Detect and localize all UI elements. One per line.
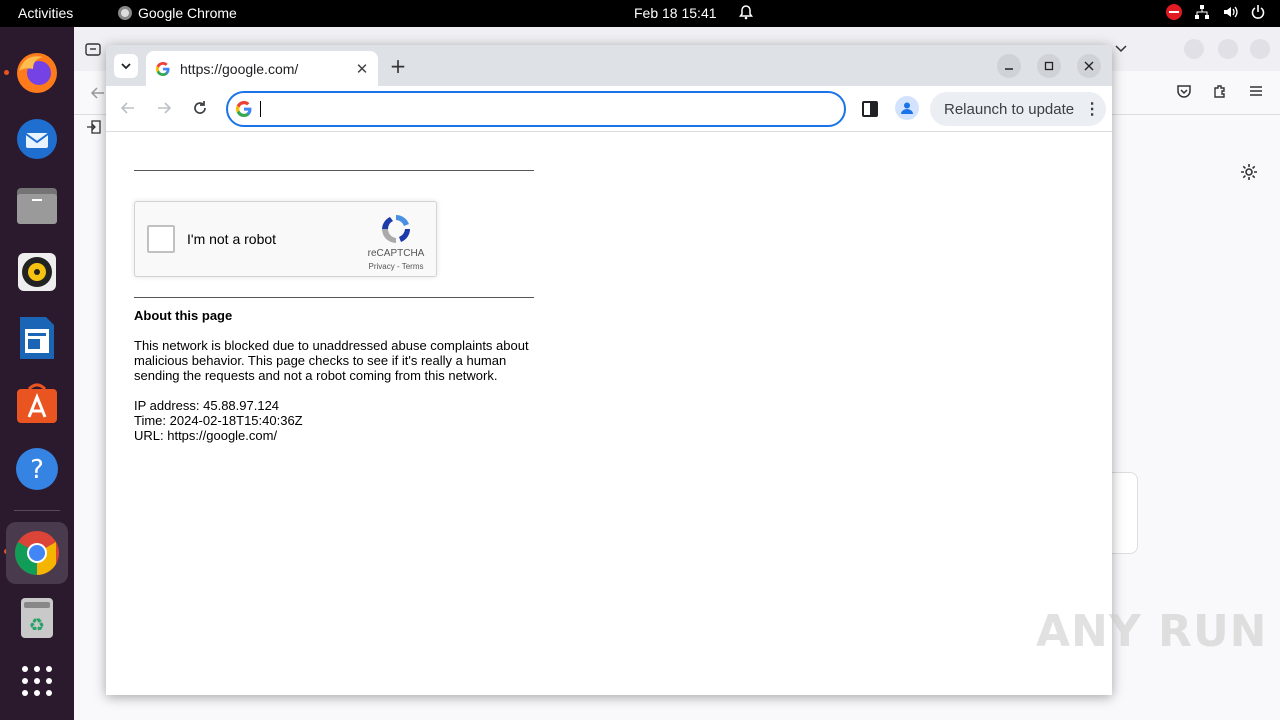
omnibox[interactable] bbox=[226, 91, 846, 127]
forward-button[interactable] bbox=[152, 96, 176, 120]
sign-in-icon[interactable] bbox=[86, 119, 102, 135]
bg-close-button[interactable] bbox=[1250, 39, 1270, 59]
anyrun-watermark: ANY RUN bbox=[1036, 606, 1268, 657]
chrome-icon[interactable] bbox=[6, 522, 68, 584]
power-icon bbox=[1251, 5, 1265, 19]
chrome-small-icon bbox=[118, 6, 132, 20]
help-icon[interactable]: ? bbox=[13, 445, 61, 493]
running-indicator bbox=[4, 70, 9, 75]
dock: ? ♻ bbox=[0, 27, 74, 720]
new-tab-button[interactable]: + bbox=[386, 54, 410, 78]
back-arrow-icon bbox=[120, 102, 134, 114]
stop-icon[interactable] bbox=[1166, 4, 1182, 20]
volume-icon bbox=[1224, 6, 1238, 18]
app-name: Google Chrome bbox=[138, 5, 237, 21]
person-icon bbox=[901, 102, 913, 114]
side-panel-icon[interactable] bbox=[858, 98, 882, 120]
activities-button[interactable]: Activities bbox=[18, 5, 73, 21]
files-icon[interactable] bbox=[13, 182, 61, 230]
hamburger-menu-icon[interactable] bbox=[1248, 83, 1264, 99]
minimize-icon bbox=[1005, 68, 1013, 70]
tab-google[interactable]: https://google.com/ ✕ bbox=[146, 51, 378, 86]
address-input[interactable] bbox=[269, 97, 844, 121]
gear-icon[interactable] bbox=[1240, 163, 1258, 181]
chrome-toolbar: Relaunch to update ⋮ bbox=[106, 86, 1112, 132]
network-icon bbox=[1195, 5, 1209, 19]
divider bbox=[134, 297, 534, 298]
extensions-icon[interactable] bbox=[1212, 83, 1228, 99]
tab-close-icon[interactable]: ✕ bbox=[350, 57, 374, 81]
maximize-button[interactable] bbox=[1037, 54, 1061, 78]
app-center-icon[interactable] bbox=[13, 379, 61, 427]
firefox-icon[interactable] bbox=[13, 49, 61, 97]
chrome-window: https://google.com/ ✕ + Relaunch to upda… bbox=[106, 45, 1112, 695]
tab-overview-icon[interactable] bbox=[85, 41, 101, 57]
libreoffice-writer-icon[interactable] bbox=[13, 314, 61, 362]
notification-bell-icon bbox=[739, 5, 753, 20]
reload-button[interactable] bbox=[188, 96, 212, 120]
back-button[interactable] bbox=[116, 96, 140, 120]
profile-button[interactable] bbox=[895, 96, 919, 120]
time-stamp: Time: 2024-02-18T15:40:36Z bbox=[134, 413, 303, 428]
tab-strip: https://google.com/ ✕ + bbox=[106, 45, 1112, 86]
tab-search-button[interactable] bbox=[114, 54, 138, 78]
back-arrow-icon[interactable] bbox=[90, 85, 106, 101]
tab-title: https://google.com/ bbox=[180, 60, 299, 77]
svg-text:♻: ♻ bbox=[29, 615, 45, 636]
chevron-down-icon bbox=[121, 63, 131, 70]
close-icon bbox=[1084, 61, 1094, 71]
kebab-menu-icon[interactable]: ⋮ bbox=[1084, 99, 1100, 119]
ip-address: IP address: 45.88.97.124 bbox=[134, 398, 280, 413]
minimize-button[interactable] bbox=[997, 54, 1021, 78]
relaunch-label: Relaunch to update bbox=[944, 100, 1075, 118]
google-favicon-icon bbox=[156, 61, 170, 76]
app-menu[interactable]: Google Chrome bbox=[118, 5, 237, 21]
about-text: This network is blocked due to unaddress… bbox=[134, 338, 529, 383]
recaptcha-widget: I'm not a robot reCAPTCHA Privacy - Term… bbox=[134, 201, 437, 277]
url-line: URL: https://google.com/ bbox=[134, 428, 278, 443]
reload-icon bbox=[194, 101, 206, 114]
close-button[interactable] bbox=[1077, 54, 1101, 78]
dock-separator bbox=[14, 510, 60, 511]
chevron-down-icon[interactable] bbox=[1114, 41, 1128, 55]
recaptcha-logo-icon bbox=[382, 215, 410, 243]
bg-maximize-button[interactable] bbox=[1218, 39, 1238, 59]
rhythmbox-icon[interactable] bbox=[13, 248, 61, 296]
about-heading: About this page bbox=[134, 308, 233, 323]
pocket-icon[interactable] bbox=[1176, 83, 1192, 99]
relaunch-to-update-button[interactable]: Relaunch to update ⋮ bbox=[930, 92, 1106, 126]
top-bar: Activities Google Chrome Feb 18 15:41 bbox=[0, 0, 1280, 27]
captcha-brand: reCAPTCHA bbox=[367, 248, 425, 259]
show-apps-icon[interactable] bbox=[13, 657, 61, 705]
trash-icon[interactable]: ♻ bbox=[13, 594, 61, 642]
page-content: I'm not a robot reCAPTCHA Privacy - Term… bbox=[106, 133, 1112, 695]
bg-minimize-button[interactable] bbox=[1184, 39, 1204, 59]
captcha-label: I'm not a robot bbox=[187, 231, 277, 247]
thunderbird-icon[interactable] bbox=[13, 115, 61, 163]
divider bbox=[134, 170, 534, 171]
forward-arrow-icon bbox=[158, 102, 172, 114]
captcha-links[interactable]: Privacy - Terms bbox=[353, 262, 439, 271]
maximize-icon bbox=[1044, 61, 1054, 71]
svg-text:?: ? bbox=[30, 455, 44, 485]
clock[interactable]: Feb 18 15:41 bbox=[634, 5, 717, 21]
google-g-icon bbox=[236, 101, 252, 117]
system-tray[interactable] bbox=[1166, 4, 1266, 20]
text-caret bbox=[260, 101, 261, 117]
captcha-checkbox[interactable] bbox=[147, 225, 175, 253]
